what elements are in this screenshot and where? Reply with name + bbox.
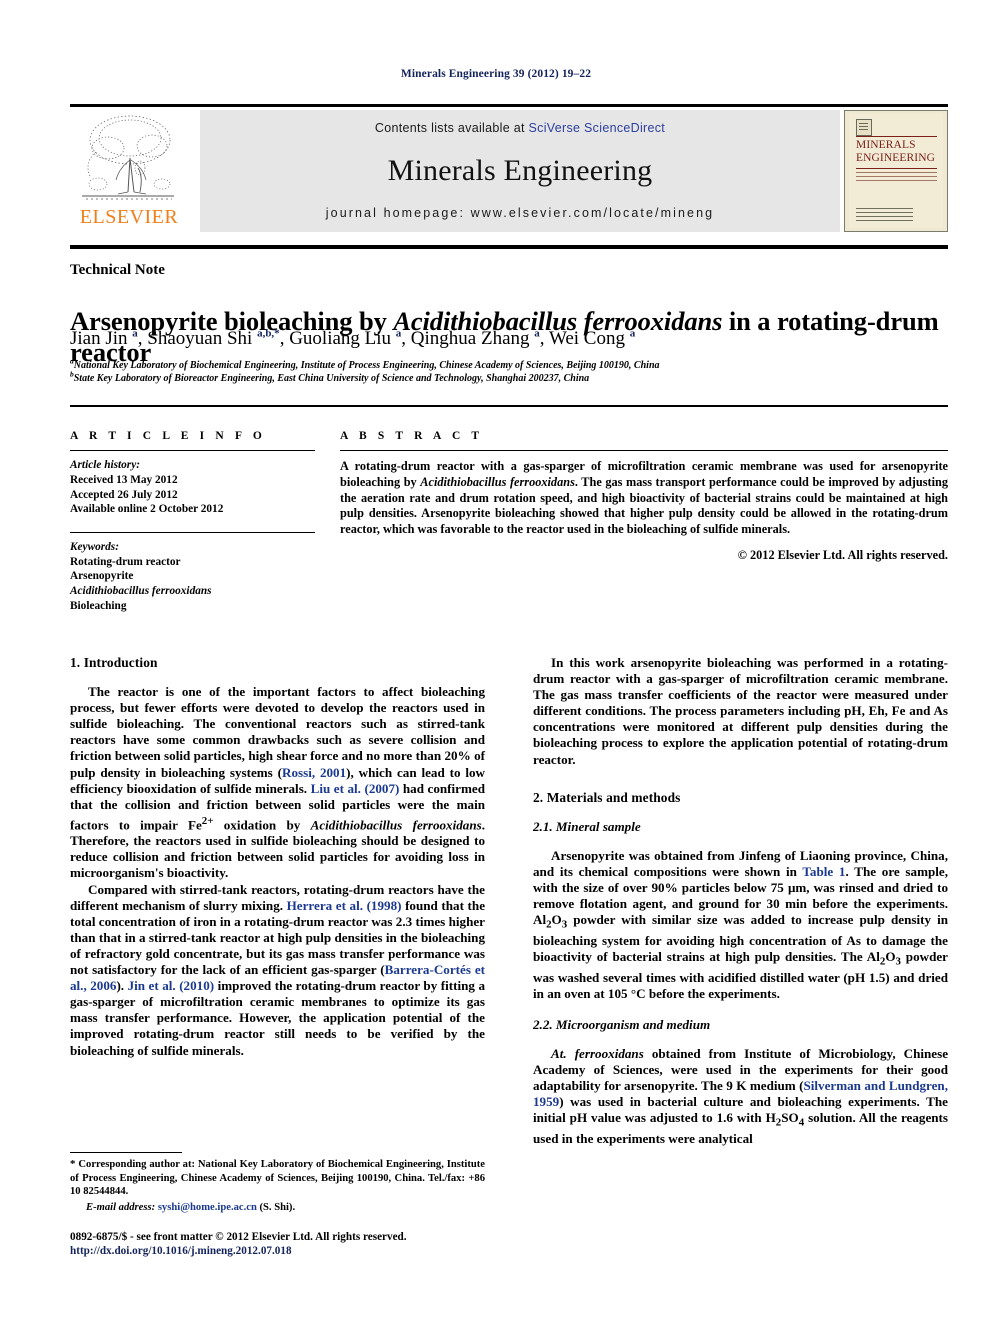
issn-copyright-line: 0892-6875/$ - see front matter © 2012 El… — [70, 1231, 407, 1243]
journal-title: Minerals Engineering — [387, 154, 653, 187]
journal-article-page: Minerals Engineering 39 (2012) 19–22 ELS… — [0, 0, 992, 1323]
table-1-link[interactable]: Table 1 — [802, 864, 845, 879]
article-history-label: Article history: — [70, 459, 140, 472]
micro-species-name: At. ferrooxidans — [551, 1046, 644, 1061]
affiliation-a-text: National Key Laboratory of Biochemical E… — [73, 360, 660, 371]
cover-subtitle-block — [856, 172, 937, 184]
citation-rossi-2001[interactable]: Rossi, 2001 — [282, 765, 346, 780]
article-info-column: A R T I C L E I N F O Article history: R… — [70, 430, 315, 613]
affiliation-b-text: State Key Laboratory of Bioreactor Engin… — [73, 373, 590, 384]
cover-inner: MINERALS ENGINEERING — [849, 114, 943, 228]
author-list: Jian Jin a, Shaoyuan Shi a,b,*, Guoliang… — [70, 327, 636, 349]
email-link[interactable]: syshi@home.ipe.ac.cn — [158, 1202, 257, 1213]
imprint-block: 0892-6875/$ - see front matter © 2012 El… — [70, 1230, 500, 1258]
cover-footer-block — [856, 208, 913, 222]
mineral-sample-paragraph: Arsenopyrite was obtained from Jinfeng o… — [533, 848, 948, 1002]
sciencedirect-link[interactable]: SciVerse ScienceDirect — [529, 121, 666, 135]
cover-title-line2: ENGINEERING — [856, 152, 936, 164]
document-type-label: Technical Note — [70, 262, 165, 278]
body-column-left: 1. Introduction The reactor is one of th… — [70, 655, 485, 1059]
intro-species-name: Acidithiobacillus ferrooxidans — [310, 817, 482, 833]
cover-title: MINERALS ENGINEERING — [856, 139, 937, 165]
intro-paragraph-1: The reactor is one of the important fact… — [70, 684, 485, 881]
footnote-email-line: E-mail address: syshi@home.ipe.ac.cn (S.… — [70, 1201, 485, 1214]
abstract-copyright: © 2012 Elsevier Ltd. All rights reserved… — [737, 548, 948, 563]
mineral-p-c2: O — [885, 949, 896, 965]
contents-prefix: Contents lists available at — [374, 121, 529, 135]
article-info-heading: A R T I C L E I N F O — [70, 430, 266, 442]
journal-masthead: ELSEVIER Contents lists available at Sci… — [70, 104, 948, 232]
email-suffix: (S. Shi). — [256, 1202, 296, 1213]
corresponding-author-footnote: * Corresponding author at: National Key … — [70, 1152, 485, 1214]
elsevier-wordmark: ELSEVIER — [79, 206, 179, 228]
intro-p1-d: oxidation by — [213, 817, 311, 833]
keyword-0: Rotating-drum reactor — [70, 555, 181, 568]
footnote-corresponding-text: Corresponding author at: National Key La… — [70, 1159, 485, 1197]
microorganism-paragraph: At. ferrooxidans obtained from Institute… — [533, 1046, 948, 1147]
micro-p-c: SO — [781, 1110, 799, 1126]
citation-jin-2010[interactable]: Jin et al. (2010) — [128, 978, 215, 993]
affiliation-b: bState Key Laboratory of Bioreactor Engi… — [70, 370, 960, 386]
email-label: E-mail address: — [86, 1202, 156, 1213]
accepted-date: Accepted 26 July 2012 — [70, 488, 178, 501]
heading-mineral-sample: 2.1. Mineral sample — [533, 818, 641, 834]
journal-homepage-link[interactable]: journal homepage: www.elsevier.com/locat… — [200, 206, 840, 220]
doi-link[interactable]: http://dx.doi.org/10.1016/j.mineng.2012.… — [70, 1244, 500, 1258]
keyword-1: Arsenopyrite — [70, 570, 134, 583]
title-top-rule — [70, 245, 948, 249]
abstract-species-name: Acidithiobacillus ferrooxidans — [420, 474, 575, 489]
keywords-label: Keywords: — [70, 541, 119, 554]
mineral-p-c: O — [551, 912, 562, 928]
heading-materials-and-methods: 2. Materials and methods — [533, 789, 681, 805]
affiliation-a: aNational Key Laboratory of Biochemical … — [70, 357, 960, 373]
running-head-citation: Minerals Engineering 39 (2012) 19–22 — [400, 68, 592, 80]
abstract-column: A B S T R A C T A rotating-drum reactor … — [340, 430, 948, 563]
available-online-date: Available online 2 October 2012 — [70, 503, 224, 516]
cover-title-line1: MINERALS — [856, 139, 916, 151]
cover-rule-top — [856, 136, 937, 137]
keywords-rule — [70, 531, 315, 534]
keyword-3: Bioleaching — [70, 599, 127, 612]
footnote-rule — [70, 1152, 182, 1154]
elsevier-tree-icon — [78, 112, 178, 204]
abstract-heading: A B S T R A C T — [340, 430, 484, 442]
article-history-group: Article history: Received 13 May 2012 Ac… — [70, 458, 315, 516]
cover-elsevier-mark-icon — [856, 119, 872, 136]
body-column-right: In this work arsenopyrite bioleaching wa… — [533, 655, 948, 1147]
heading-introduction: 1. Introduction — [70, 655, 158, 670]
contents-available-line: Contents lists available at SciVerse Sci… — [200, 121, 840, 135]
abstract-text: A rotating-drum reactor with a gas-sparg… — [340, 459, 948, 537]
article-info-rule — [70, 450, 315, 452]
citation-herrera-1998[interactable]: Herrera et al. (1998) — [287, 898, 402, 913]
intro-p2-c: ). — [116, 978, 128, 994]
info-separator-rule — [70, 405, 948, 407]
journal-cover-thumbnail: MINERALS ENGINEERING — [844, 110, 948, 232]
footnote-text: * Corresponding author at: National Key … — [70, 1158, 485, 1198]
heading-microorganism-and-medium: 2.2. Microorganism and medium — [533, 1016, 711, 1032]
received-date: Received 13 May 2012 — [70, 473, 178, 486]
elsevier-logo: ELSEVIER — [70, 110, 188, 232]
masthead-top-rule — [70, 104, 948, 107]
intro-p1-superscript: 2+ — [201, 814, 214, 827]
intro-paragraph-2: Compared with stirred-tank reactors, rot… — [70, 882, 485, 1059]
right-paragraph-1: In this work arsenopyrite bioleaching wa… — [533, 655, 948, 767]
keywords-group: Keywords: Rotating-drum reactor Arsenopy… — [70, 540, 315, 613]
cover-rule-mid — [856, 168, 937, 169]
masthead-center-panel: Contents lists available at SciVerse Sci… — [200, 110, 840, 232]
keyword-2: Acidithiobacillus ferrooxidans — [70, 585, 212, 598]
abstract-rule — [340, 450, 948, 452]
citation-liu-2007[interactable]: Liu et al. (2007) — [311, 781, 400, 796]
